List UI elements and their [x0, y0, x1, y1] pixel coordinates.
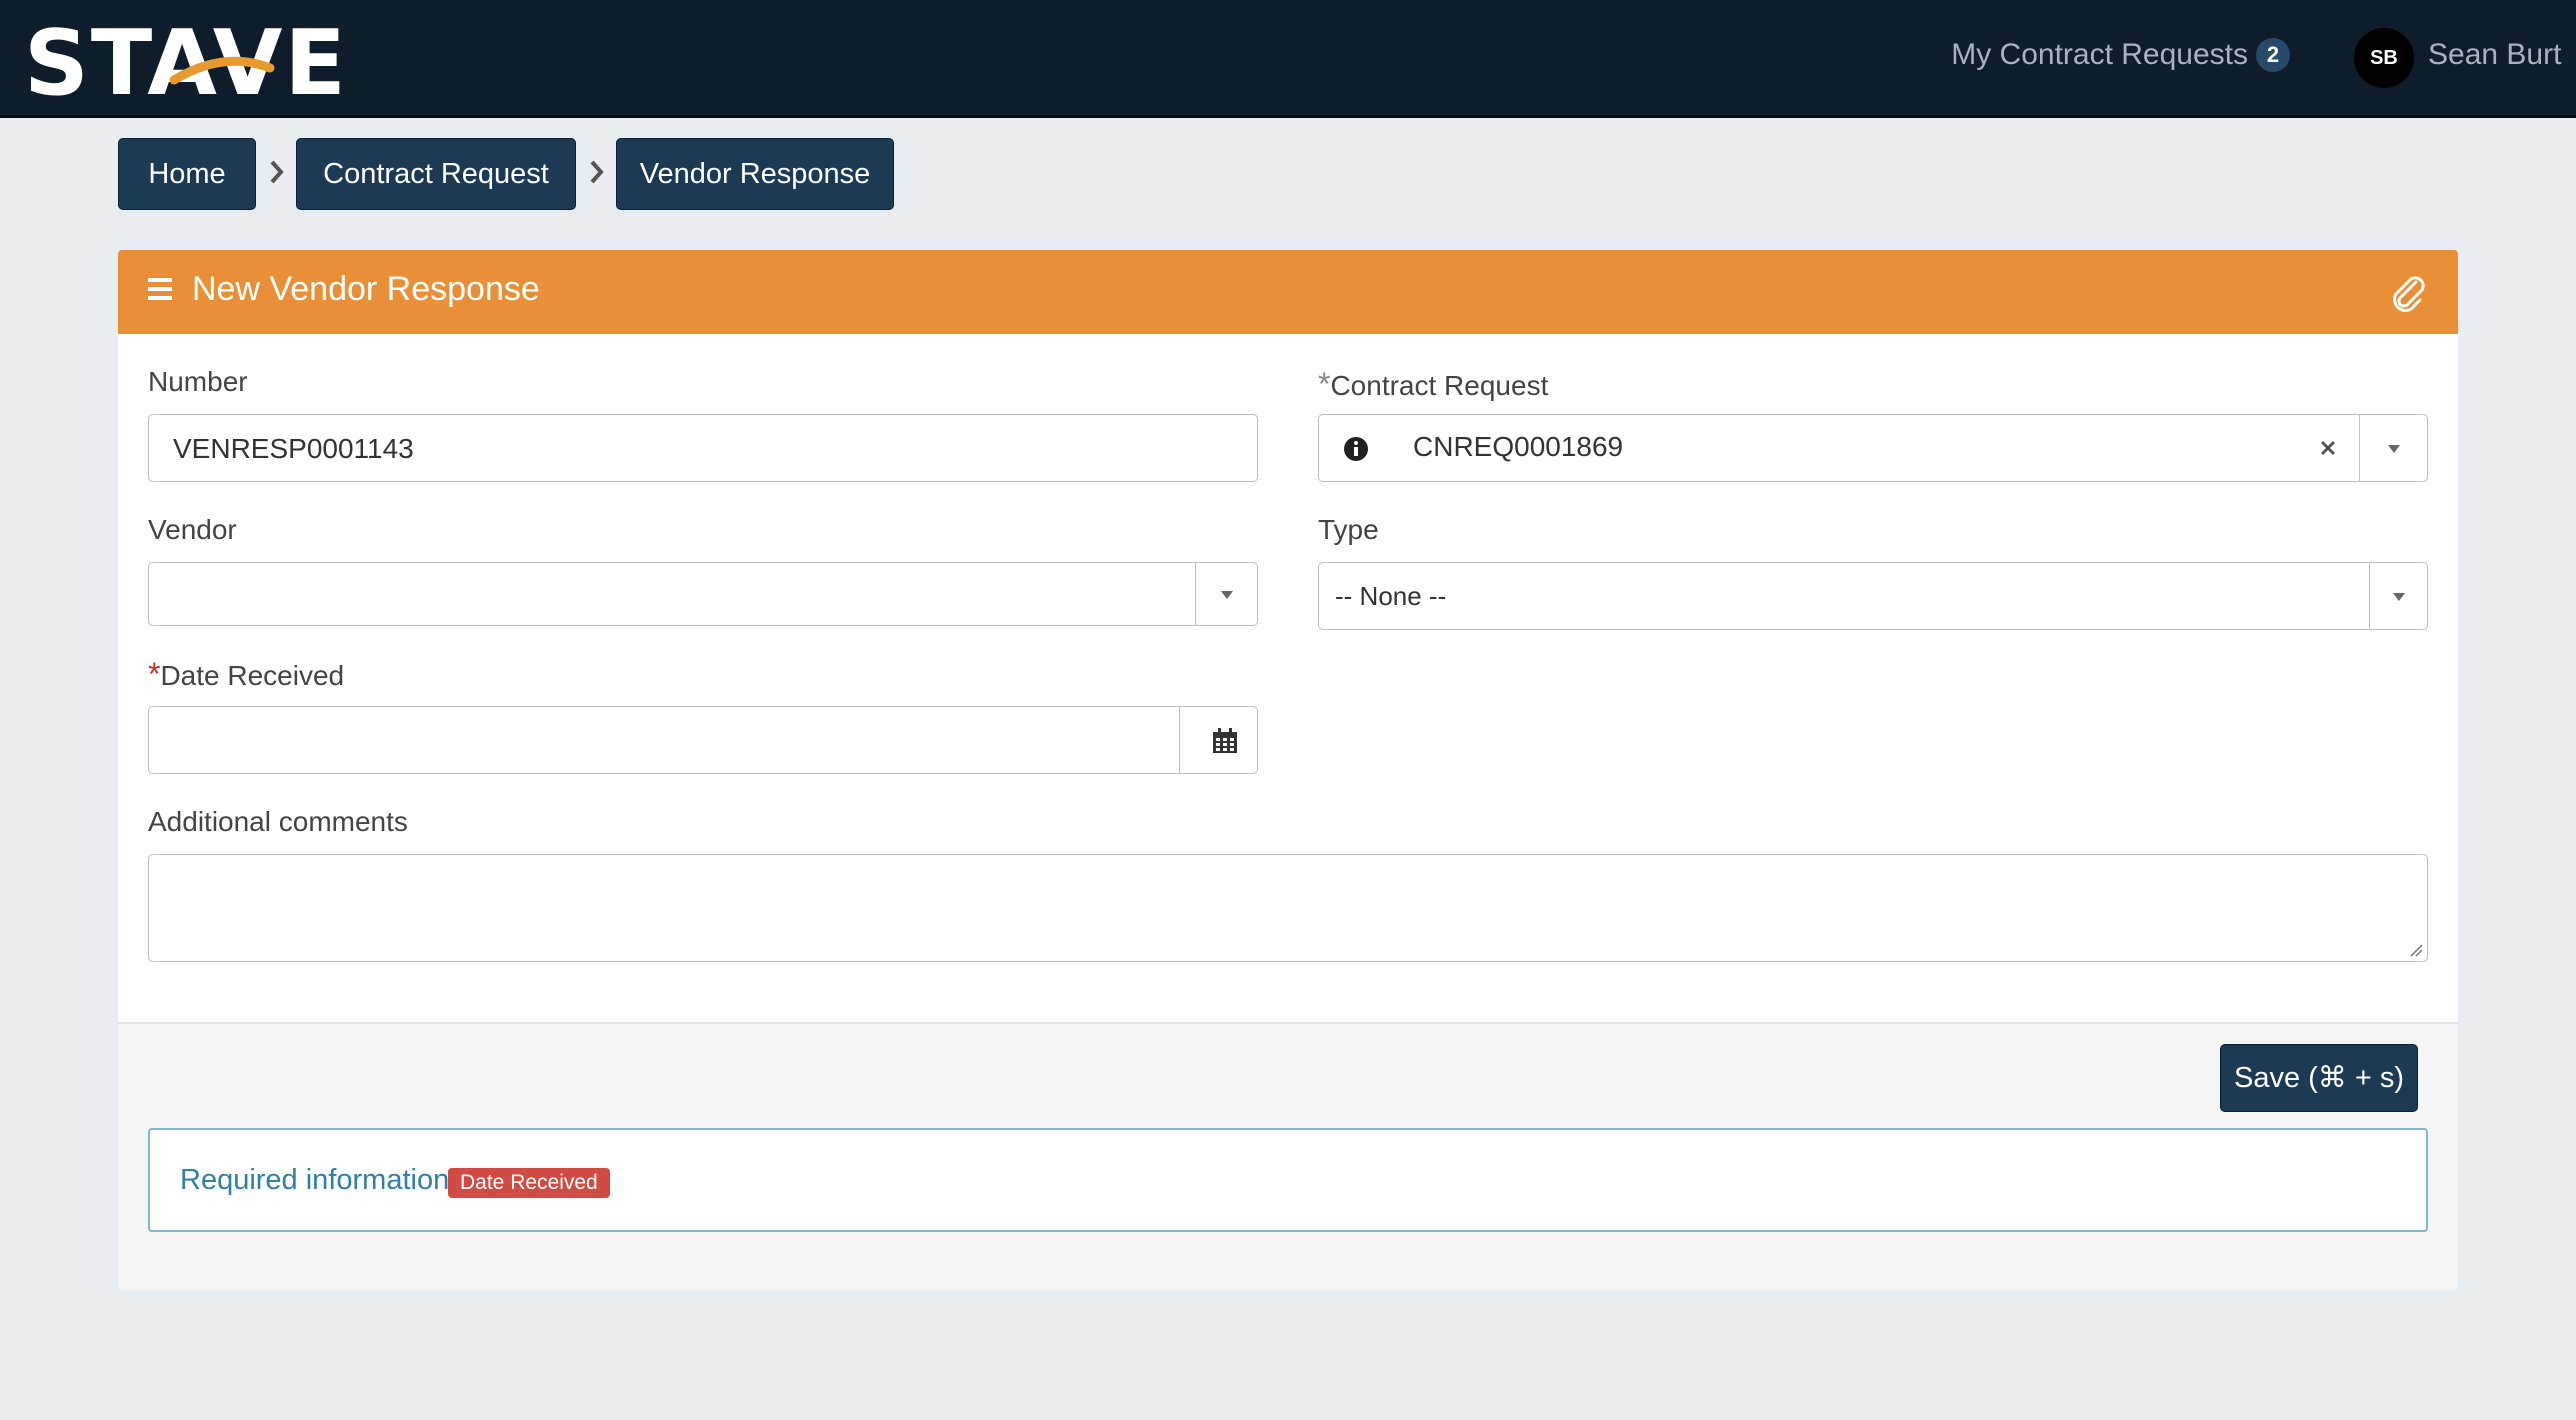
- form-footer: Save (⌘ + s) Required information Date R…: [118, 1022, 2458, 1290]
- field-divider: [1195, 563, 1196, 625]
- my-contract-requests-link[interactable]: My Contract Requests 2: [1951, 38, 2290, 72]
- breadcrumb-vendor-response[interactable]: Vendor Response: [616, 138, 894, 210]
- number-field[interactable]: VENRESP0001143: [148, 414, 1258, 482]
- vendor-select[interactable]: [148, 562, 1258, 626]
- caret-down-icon[interactable]: [2393, 593, 2405, 601]
- clear-x-icon[interactable]: [2319, 439, 2337, 457]
- menu-icon[interactable]: [148, 278, 172, 300]
- resize-handle-icon[interactable]: [2409, 943, 2423, 957]
- save-button[interactable]: Save (⌘ + s): [2220, 1044, 2418, 1112]
- required-asterisk: *: [148, 656, 161, 692]
- required-asterisk: *: [1318, 366, 1331, 402]
- form-header: New Vendor Response: [118, 250, 2458, 334]
- date-received-label: *Date Received: [148, 656, 344, 693]
- stave-logo[interactable]: STAVE: [24, 16, 424, 100]
- number-value: VENRESP0001143: [173, 433, 414, 464]
- type-select[interactable]: -- None --: [1318, 562, 2428, 630]
- chevron-right-icon: [590, 160, 604, 184]
- user-name[interactable]: Sean Burt: [2428, 38, 2561, 72]
- field-divider: [1179, 707, 1180, 773]
- type-label: Type: [1318, 514, 1379, 545]
- additional-comments-textarea[interactable]: [148, 854, 2428, 962]
- chevron-right-icon: [270, 160, 284, 184]
- calendar-icon[interactable]: [1211, 727, 1239, 755]
- date-received-field[interactable]: [148, 706, 1258, 774]
- contract-request-field[interactable]: CNREQ0001869: [1318, 414, 2428, 482]
- missing-field-badge[interactable]: Date Received: [448, 1168, 610, 1198]
- field-divider: [2359, 415, 2360, 481]
- top-navigation-bar: STAVE My Contract Requests 2 SB Sean Bur…: [0, 0, 2576, 118]
- logo-text: STAVE: [24, 16, 348, 100]
- breadcrumb-contract-request[interactable]: Contract Request: [296, 138, 576, 210]
- required-information-label[interactable]: Required information: [180, 1164, 449, 1197]
- caret-down-icon[interactable]: [1221, 591, 1233, 599]
- date-received-label-text: Date Received: [160, 660, 345, 691]
- contract-request-value: CNREQ0001869: [1413, 431, 1624, 462]
- user-avatar[interactable]: SB: [2354, 28, 2414, 88]
- breadcrumb-home[interactable]: Home: [118, 138, 256, 210]
- type-value: -- None --: [1335, 581, 1447, 611]
- my-contract-requests-label: My Contract Requests: [1951, 38, 2248, 71]
- field-divider: [2369, 563, 2370, 629]
- form-title: New Vendor Response: [192, 270, 540, 308]
- contract-request-label-text: Contract Request: [1330, 370, 1549, 401]
- caret-down-icon[interactable]: [2388, 445, 2400, 453]
- additional-comments-label: Additional comments: [148, 806, 408, 837]
- requests-count-badge: 2: [2256, 38, 2290, 72]
- vendor-label: Vendor: [148, 514, 237, 545]
- paperclip-icon[interactable]: [2386, 270, 2430, 314]
- contract-request-label: *Contract Request: [1318, 366, 1548, 403]
- info-circle-icon[interactable]: [1343, 436, 1369, 462]
- vendor-response-form-panel: New Vendor Response Number VENRESP000114…: [118, 250, 2458, 1290]
- number-label: Number: [148, 366, 248, 397]
- required-information-box: Required information Date Received: [148, 1128, 2428, 1232]
